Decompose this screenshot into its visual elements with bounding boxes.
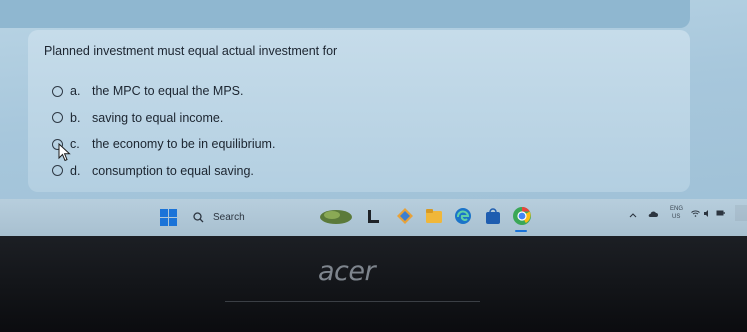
screen: Planned investment must equal actual inv… bbox=[0, 0, 747, 236]
widgets-icon[interactable] bbox=[318, 206, 354, 226]
onedrive-icon[interactable] bbox=[648, 211, 658, 218]
question-text: Planned investment must equal actual inv… bbox=[44, 44, 338, 58]
language-indicator[interactable]: ENG bbox=[670, 206, 683, 212]
answer-options: a. the MPC to equal the MPS. b. saving t… bbox=[52, 78, 275, 184]
option-text: the economy to be in equilibrium. bbox=[92, 137, 276, 152]
radio-button[interactable] bbox=[52, 85, 63, 97]
edge-browser-icon[interactable] bbox=[454, 207, 472, 225]
radio-button[interactable] bbox=[52, 112, 63, 124]
option-letter: d. bbox=[70, 163, 81, 178]
bezel-divider bbox=[225, 301, 480, 302]
search-icon bbox=[193, 212, 204, 223]
option-letter: c. bbox=[70, 137, 80, 152]
option-text: saving to equal income. bbox=[92, 110, 224, 125]
clock-area[interactable] bbox=[735, 205, 747, 221]
option-a[interactable]: a. the MPC to equal the MPS. bbox=[52, 78, 275, 105]
option-d[interactable]: d. consumption to equal saving. bbox=[52, 158, 275, 185]
previous-question-card bbox=[0, 0, 690, 28]
option-letter: b. bbox=[70, 110, 81, 125]
brand-logo: acer bbox=[318, 256, 376, 287]
active-app-indicator bbox=[515, 230, 527, 232]
option-text: consumption to equal saving. bbox=[92, 163, 254, 178]
search-label: Search bbox=[213, 212, 245, 223]
option-letter: a. bbox=[70, 84, 81, 99]
option-text: the MPC to equal the MPS. bbox=[92, 84, 244, 99]
task-view-icon[interactable] bbox=[367, 209, 381, 225]
volume-icon[interactable] bbox=[704, 210, 712, 217]
wifi-icon[interactable] bbox=[691, 210, 700, 217]
taskbar-search[interactable]: Search bbox=[193, 208, 245, 227]
question-card: Planned investment must equal actual inv… bbox=[28, 30, 690, 192]
file-explorer-icon[interactable] bbox=[425, 208, 443, 224]
mouse-cursor-icon bbox=[58, 143, 71, 162]
app-photos-icon[interactable] bbox=[396, 207, 414, 225]
battery-icon[interactable] bbox=[716, 210, 725, 216]
chevron-up-icon[interactable] bbox=[629, 212, 637, 218]
chrome-icon[interactable] bbox=[512, 206, 532, 226]
radio-button[interactable] bbox=[52, 165, 63, 177]
option-c[interactable]: c. the economy to be in equilibrium. bbox=[52, 131, 275, 158]
option-b[interactable]: b. saving to equal income. bbox=[52, 105, 275, 132]
region-indicator: US bbox=[672, 214, 681, 220]
taskbar: Search ENG US bbox=[0, 199, 747, 236]
store-icon[interactable] bbox=[484, 207, 502, 225]
windows-start-icon[interactable] bbox=[160, 209, 177, 226]
